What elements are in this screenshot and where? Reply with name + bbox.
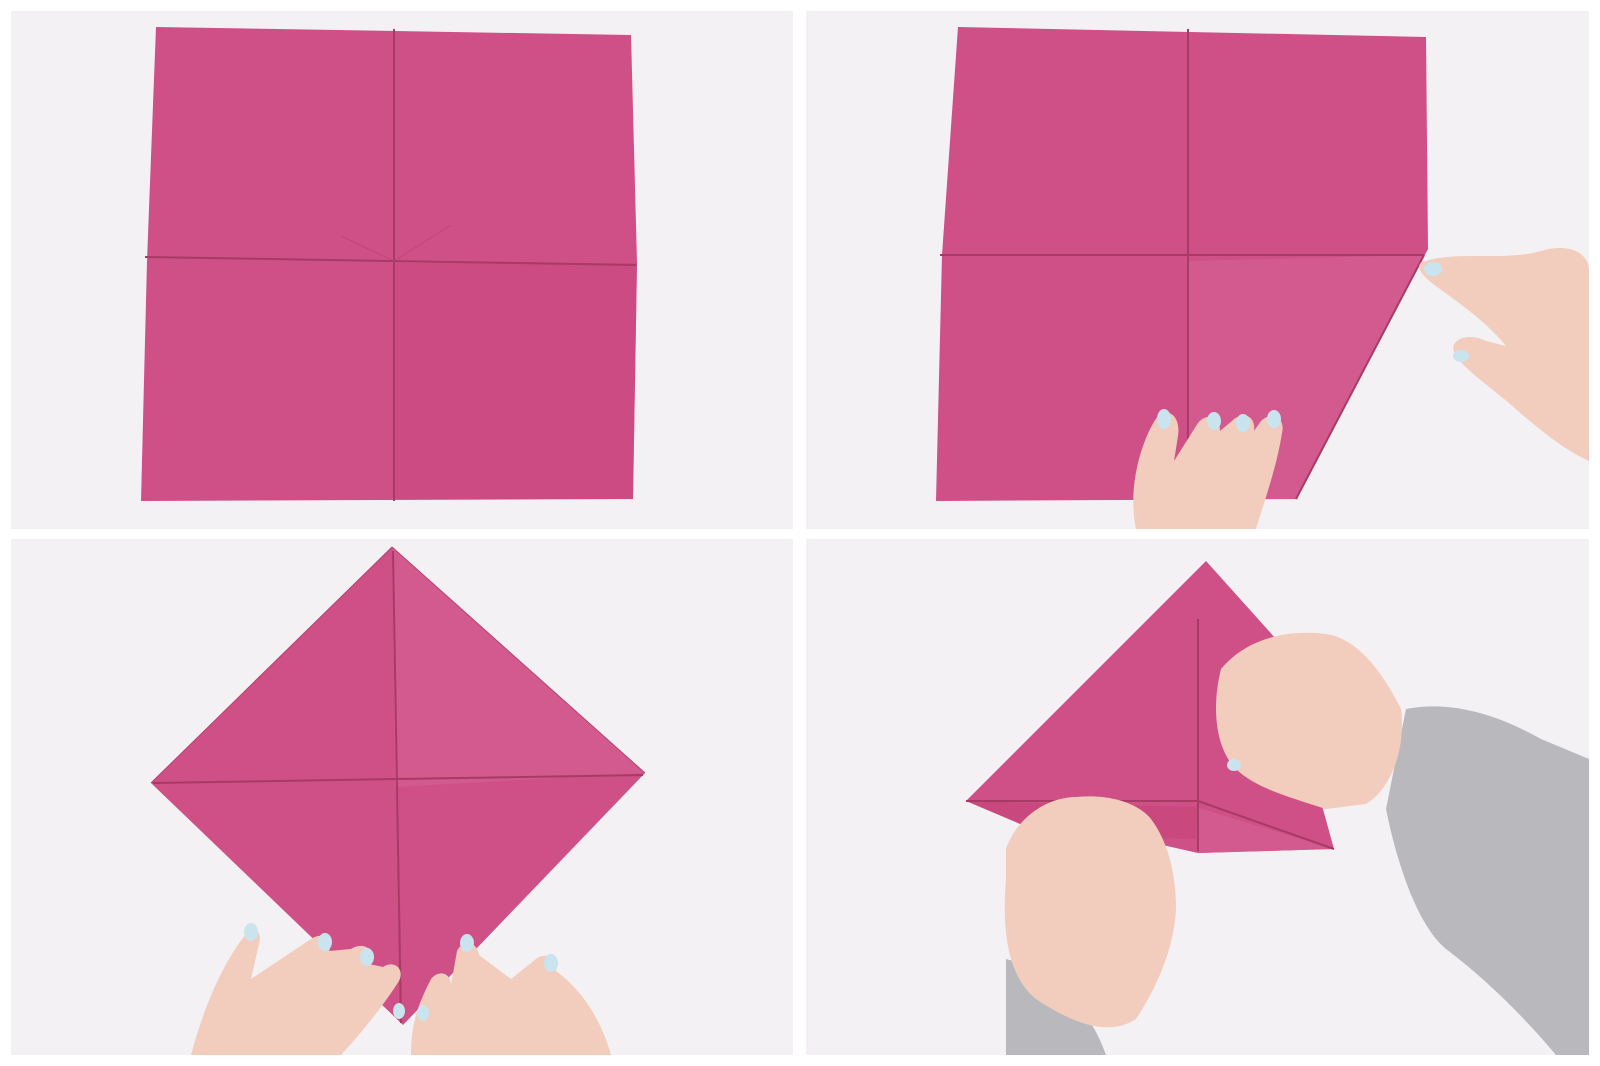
photo-collage — [0, 0, 1600, 1066]
fingernail — [460, 934, 474, 952]
fingernail — [1207, 412, 1221, 430]
fingernail — [1453, 350, 1469, 362]
step-1-photo — [11, 11, 793, 529]
step-3-photo — [11, 539, 793, 1055]
fingernail — [318, 933, 332, 951]
step-4-illustration — [806, 539, 1589, 1055]
fingernail — [1236, 414, 1250, 432]
fingernail — [1157, 409, 1171, 429]
fingernail — [1267, 410, 1281, 428]
fingernail — [393, 1003, 405, 1019]
fingernail — [1227, 759, 1241, 771]
step-2-photo — [806, 11, 1589, 529]
fingernail — [360, 948, 374, 966]
step-2-illustration — [806, 11, 1589, 529]
fingernail — [244, 923, 258, 941]
step-1-illustration — [11, 11, 793, 529]
left-hand — [1004, 796, 1176, 1028]
fingernail — [544, 954, 558, 972]
fingernail — [1424, 262, 1442, 276]
fingernail — [417, 1005, 429, 1021]
napkin-quadrant-shade — [394, 263, 637, 499]
step-4-photo — [806, 539, 1589, 1055]
left-hand — [1133, 409, 1283, 529]
step-3-illustration — [11, 539, 793, 1055]
